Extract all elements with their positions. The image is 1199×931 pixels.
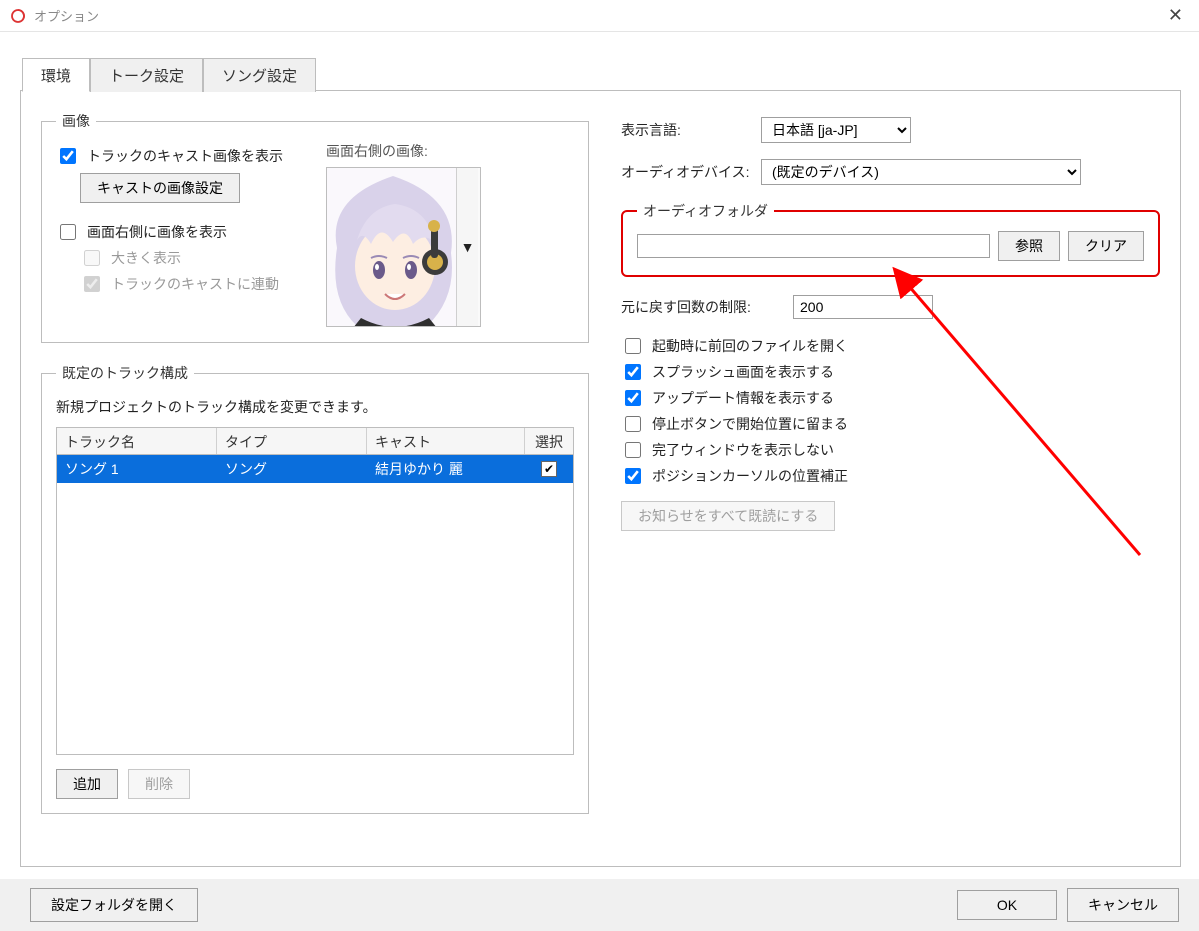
col-cast[interactable]: キャスト (367, 428, 525, 454)
audio-folder-group: オーディオフォルダ 参照 クリア (621, 201, 1160, 277)
tracks-table-body[interactable]: ソング 1 ソング 結月ゆかり 麗 ✔ (56, 455, 574, 755)
chk-pos-cursor-input[interactable] (625, 468, 641, 484)
cancel-button[interactable]: キャンセル (1067, 888, 1179, 922)
default-tracks-group: 既定のトラック構成 新規プロジェクトのトラック構成を変更できます。 トラック名 … (41, 363, 589, 814)
image-dropdown-icon[interactable]: ▼ (456, 168, 478, 326)
window-title: オプション (34, 6, 1162, 25)
character-image (327, 168, 460, 327)
default-tracks-description: 新規プロジェクトのトラック構成を変更できます。 (56, 397, 574, 417)
right-image-label: 画面右側の画像: (326, 141, 481, 161)
audio-device-label: オーディオデバイス: (621, 162, 751, 182)
chk-large-display: 大きく表示 (80, 247, 306, 269)
image-group-legend: 画像 (56, 111, 96, 131)
audio-folder-input[interactable] (637, 234, 990, 258)
chk-show-track-cast[interactable]: トラックのキャスト画像を表示 (56, 145, 306, 167)
chk-show-right-image-input[interactable] (60, 224, 76, 240)
chk-stop-stay-input[interactable] (625, 416, 641, 432)
chk-update-input[interactable] (625, 390, 641, 406)
tab-environment[interactable]: 環境 (22, 58, 90, 92)
audio-folder-legend: オーディオフォルダ (637, 201, 774, 221)
tabs: 環境 トーク設定 ソング設定 (22, 58, 316, 92)
col-select[interactable]: 選択 (525, 428, 573, 454)
chk-stop-stay[interactable]: 停止ボタンで開始位置に留まる (621, 413, 1160, 435)
lang-select[interactable]: 日本語 [ja-JP] (761, 117, 911, 143)
chk-splash[interactable]: スプラッシュ画面を表示する (621, 361, 1160, 383)
tab-pane: 画像 トラックのキャスト画像を表示 キャストの画像設定 画面右側に画像を表示 (20, 90, 1181, 867)
tab-song-settings[interactable]: ソング設定 (203, 58, 316, 92)
footer: 設定フォルダを開く OK キャンセル (0, 879, 1199, 931)
col-track-name[interactable]: トラック名 (57, 428, 217, 454)
image-group: 画像 トラックのキャスト画像を表示 キャストの画像設定 画面右側に画像を表示 (41, 111, 589, 343)
lang-label: 表示言語: (621, 120, 751, 140)
undo-limit-input[interactable] (793, 295, 933, 319)
chk-show-right-image[interactable]: 画面右側に画像を表示 (56, 221, 306, 243)
cell-select[interactable]: ✔ (525, 457, 573, 481)
close-icon[interactable]: ✕ (1162, 5, 1189, 26)
chk-show-track-cast-input[interactable] (60, 148, 76, 164)
undo-limit-label: 元に戻す回数の制限: (621, 297, 783, 317)
table-row[interactable]: ソング 1 ソング 結月ゆかり 麗 ✔ (57, 455, 573, 483)
audio-device-select[interactable]: (既定のデバイス) (761, 159, 1081, 185)
chk-link-track-cast: トラックのキャストに連動 (80, 273, 306, 295)
chk-open-last[interactable]: 起動時に前回のファイルを開く (621, 335, 1160, 357)
cell-track-name: ソング 1 (57, 455, 217, 483)
clear-button[interactable]: クリア (1068, 231, 1144, 261)
chk-open-last-input[interactable] (625, 338, 641, 354)
tab-talk-settings[interactable]: トーク設定 (90, 58, 203, 92)
chk-splash-input[interactable] (625, 364, 641, 380)
add-button[interactable]: 追加 (56, 769, 118, 799)
chk-large-display-input (84, 250, 100, 266)
chk-link-track-cast-input (84, 276, 100, 292)
cell-type: ソング (217, 455, 367, 483)
browse-button[interactable]: 参照 (998, 231, 1060, 261)
image-preview[interactable]: ▼ (326, 167, 481, 327)
chk-update[interactable]: アップデート情報を表示する (621, 387, 1160, 409)
app-icon (10, 8, 26, 24)
delete-button: 削除 (128, 769, 190, 799)
chk-no-complete[interactable]: 完了ウィンドウを表示しない (621, 439, 1160, 461)
chk-pos-cursor[interactable]: ポジションカーソルの位置補正 (621, 465, 1160, 487)
cell-cast: 結月ゆかり 麗 (367, 455, 525, 483)
ok-button[interactable]: OK (957, 890, 1057, 920)
cast-image-settings-button[interactable]: キャストの画像設定 (80, 173, 240, 203)
default-tracks-legend: 既定のトラック構成 (56, 363, 194, 383)
mark-read-button: お知らせをすべて既読にする (621, 501, 835, 531)
tracks-table-header: トラック名 タイプ キャスト 選択 (56, 427, 574, 455)
titlebar: オプション ✕ (0, 0, 1199, 32)
open-settings-folder-button[interactable]: 設定フォルダを開く (30, 888, 198, 922)
col-type[interactable]: タイプ (217, 428, 367, 454)
chk-no-complete-input[interactable] (625, 442, 641, 458)
